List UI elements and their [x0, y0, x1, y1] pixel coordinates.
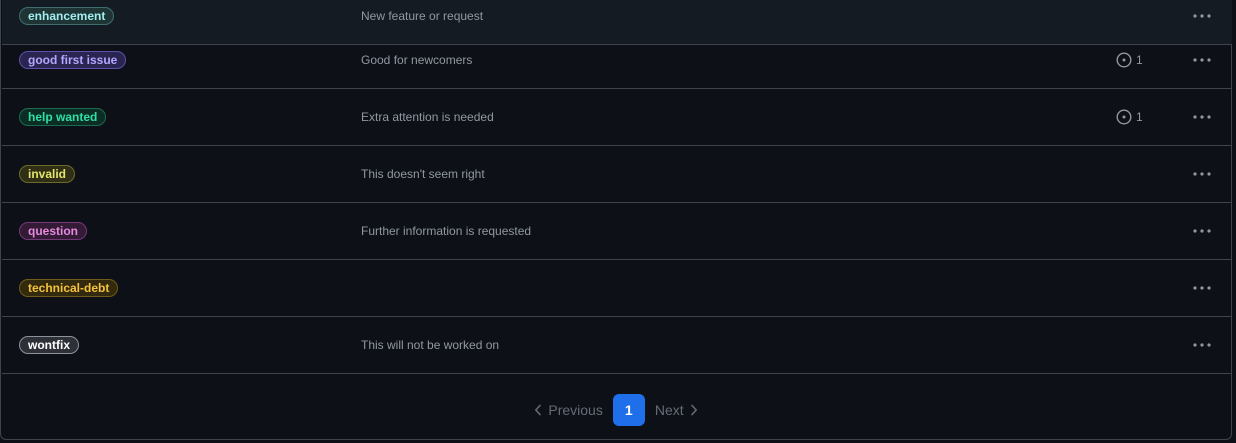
kebab-horizontal-icon	[1193, 343, 1211, 347]
label-row: invalid This doesn't seem right	[2, 146, 1232, 203]
chevron-right-icon	[690, 404, 697, 416]
label-pill[interactable]: wontfix	[19, 336, 79, 354]
kebab-horizontal-icon	[1193, 58, 1211, 62]
open-issues-count: 1	[1136, 110, 1143, 124]
previous-page-button[interactable]: Previous	[534, 402, 603, 418]
kebab-horizontal-icon	[1193, 172, 1211, 176]
kebab-horizontal-icon	[1193, 229, 1211, 233]
kebab-horizontal-icon	[1193, 286, 1211, 290]
kebab-horizontal-icon	[1193, 115, 1211, 119]
more-actions-button[interactable]	[1188, 278, 1216, 298]
label-row: wontfix This will not be worked on	[2, 317, 1232, 374]
more-actions-button[interactable]	[1188, 107, 1216, 127]
kebab-horizontal-icon	[1193, 14, 1211, 18]
label-row: good first issue Good for newcomers 1	[2, 32, 1232, 89]
issue-opened-icon	[1116, 109, 1132, 125]
label-pill[interactable]: help wanted	[19, 108, 107, 126]
label-description: New feature or request	[361, 9, 484, 23]
open-issues-link[interactable]: 1	[1116, 109, 1143, 125]
issue-opened-icon	[1116, 52, 1132, 68]
more-actions-button[interactable]	[1188, 50, 1216, 70]
label-pill[interactable]: question	[19, 222, 87, 240]
current-page-button[interactable]: 1	[612, 394, 645, 426]
label-pill[interactable]: good first issue	[19, 51, 127, 69]
label-description: Good for newcomers	[361, 53, 473, 67]
more-actions-button[interactable]	[1188, 164, 1216, 184]
label-row: technical-debt	[2, 260, 1232, 317]
more-actions-button[interactable]	[1188, 335, 1216, 355]
open-issues-count: 1	[1136, 53, 1143, 67]
next-label: Next	[654, 402, 684, 418]
label-pill[interactable]: enhancement	[19, 7, 115, 25]
more-actions-button[interactable]	[1188, 221, 1216, 241]
label-description: This doesn't seem right	[361, 167, 485, 181]
label-row: question Further information is requeste…	[2, 203, 1232, 260]
next-page-button[interactable]: Next	[655, 402, 698, 418]
pagination: Previous 1 Next	[0, 394, 1232, 426]
more-actions-button[interactable]	[1188, 6, 1216, 26]
label-description: Further information is requested	[361, 224, 532, 238]
label-pill[interactable]: invalid	[19, 165, 76, 183]
label-row: help wanted Extra attention is needed 1	[2, 89, 1232, 146]
chevron-left-icon	[535, 404, 542, 416]
labels-list: enhancement New feature or request good …	[0, 0, 1232, 440]
open-issues-link[interactable]: 1	[1116, 52, 1143, 68]
previous-label: Previous	[548, 402, 603, 418]
label-description: Extra attention is needed	[361, 110, 494, 124]
label-description: This will not be worked on	[361, 338, 500, 352]
label-pill[interactable]: technical-debt	[19, 279, 119, 297]
